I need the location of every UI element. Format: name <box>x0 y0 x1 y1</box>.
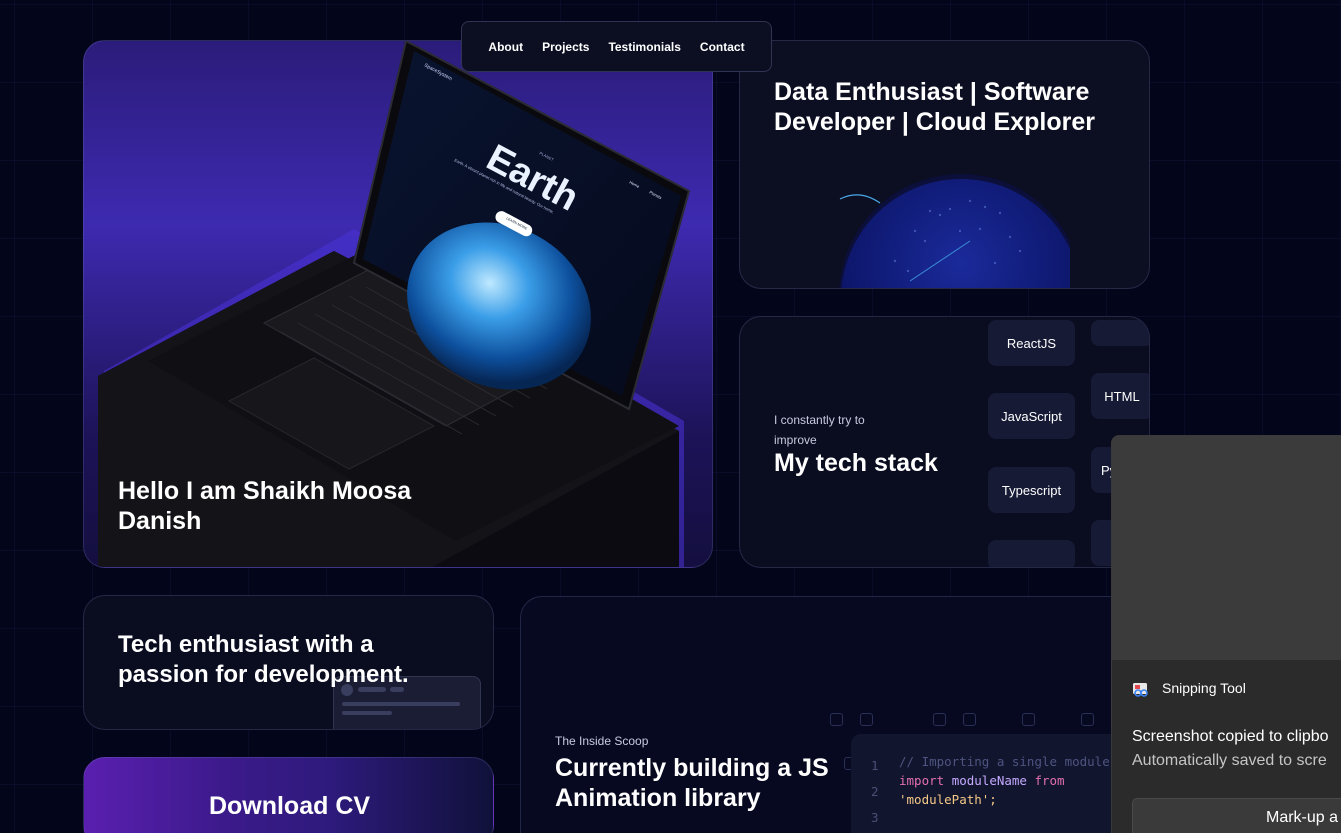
role-title: Data Enthusiast | Software Developer | C… <box>774 78 1095 136</box>
code-keyword-import: import <box>899 773 945 788</box>
nav-contact[interactable]: Contact <box>700 40 745 54</box>
chip-empty-1 <box>988 540 1075 567</box>
download-cv-button[interactable]: Download CV <box>84 792 493 821</box>
markup-button[interactable]: Mark-up a <box>1132 798 1341 833</box>
code-module-name: moduleName <box>951 773 1027 788</box>
chip-html: HTML <box>1091 373 1149 419</box>
role-card: Data Enthusiast | Software Developer | C… <box>739 40 1150 289</box>
toast-app-name: Snipping Tool <box>1162 680 1246 696</box>
code-path: 'modulePath'; <box>899 792 997 807</box>
nav-about[interactable]: About <box>488 40 523 54</box>
decor-square <box>860 713 873 726</box>
toast-message: Screenshot copied to clipbo <box>1132 728 1329 745</box>
scoop-subtitle: The Inside Scoop <box>555 734 649 748</box>
stack-title: My tech stack <box>774 449 938 477</box>
tech-stack-card: I constantly try to improve My tech stac… <box>739 316 1150 568</box>
inside-scoop-card: The Inside Scoop Currently building a JS… <box>520 596 1160 833</box>
code-keyword-from: from <box>1034 773 1065 788</box>
enthusiast-title: Tech enthusiast with a passion for devel… <box>118 631 409 688</box>
chip-javascript: JavaScript <box>988 393 1075 439</box>
globe-illustration <box>839 174 1070 288</box>
code-import-line: import moduleName from <box>899 773 1065 788</box>
line-number: 1 <box>871 758 879 773</box>
scoop-title: Currently building a JS Animation librar… <box>555 754 829 812</box>
decor-square <box>933 713 946 726</box>
chip-empty-2 <box>1091 320 1149 346</box>
snipping-tool-icon <box>1133 683 1148 697</box>
toast-submessage: Automatically saved to scre <box>1132 752 1327 769</box>
nav-projects[interactable]: Projects <box>542 40 589 54</box>
nav-testimonials[interactable]: Testimonials <box>608 40 680 54</box>
top-nav: About Projects Testimonials Contact <box>461 21 772 72</box>
snipping-tool-notification[interactable]: Snipping Tool Screenshot copied to clipb… <box>1111 435 1341 833</box>
chip-typescript: Typescript <box>988 467 1075 513</box>
decor-square <box>1081 713 1094 726</box>
hero-title: Hello I am Shaikh Moosa Danish <box>118 477 412 535</box>
screenshot-preview[interactable] <box>1112 436 1341 660</box>
download-cv-card[interactable]: Download CV <box>83 757 494 833</box>
line-number: 3 <box>871 810 879 825</box>
chip-reactjs: ReactJS <box>988 320 1075 366</box>
line-number: 2 <box>871 784 879 799</box>
code-snippet: 1 2 3 // Importing a single module impor… <box>851 734 1141 833</box>
enthusiast-card: Tech enthusiast with a passion for devel… <box>83 595 494 730</box>
decor-square <box>830 713 843 726</box>
hero-card: SpaceSystem PLANET Earth Earth: A vibran… <box>83 40 713 568</box>
decor-square <box>963 713 976 726</box>
code-comment: // Importing a single module <box>899 754 1110 769</box>
decor-square <box>1022 713 1035 726</box>
stack-subtitle: I constantly try to improve <box>774 413 865 447</box>
